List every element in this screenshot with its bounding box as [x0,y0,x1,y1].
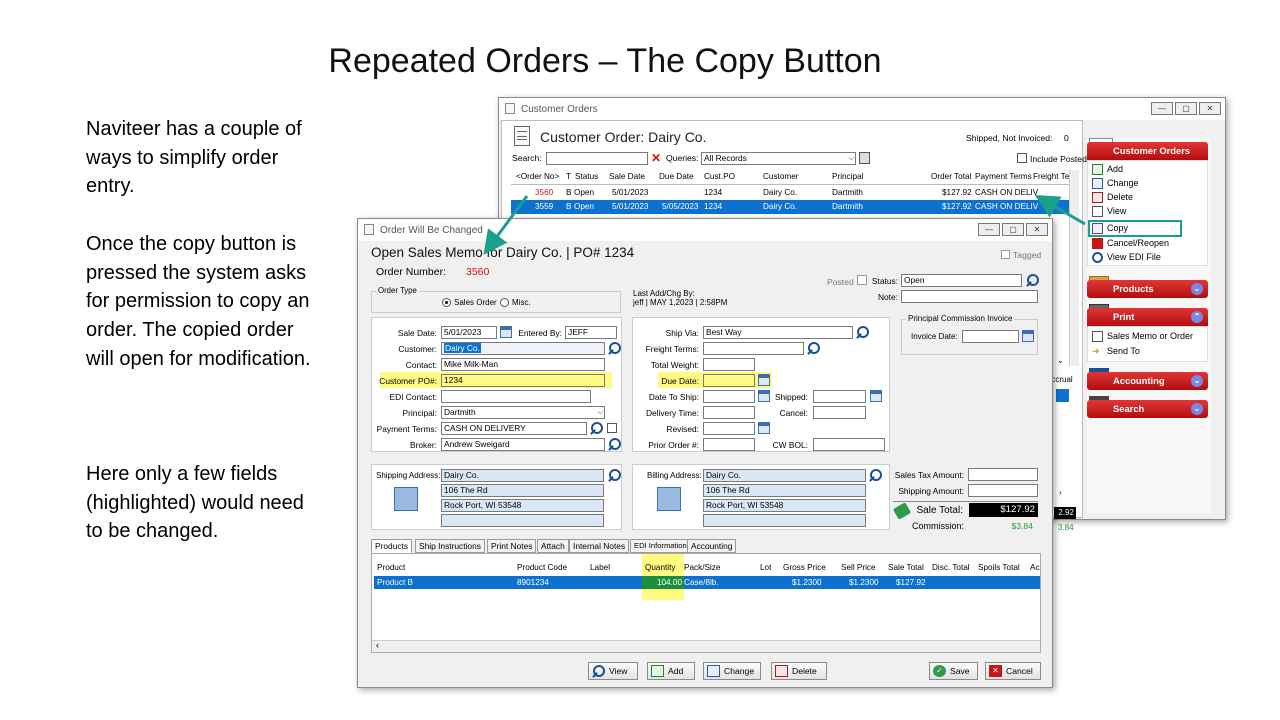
arrow-to-dialog [483,195,529,255]
arrow-to-copy [1034,194,1086,226]
callout-arrows [483,194,1086,255]
